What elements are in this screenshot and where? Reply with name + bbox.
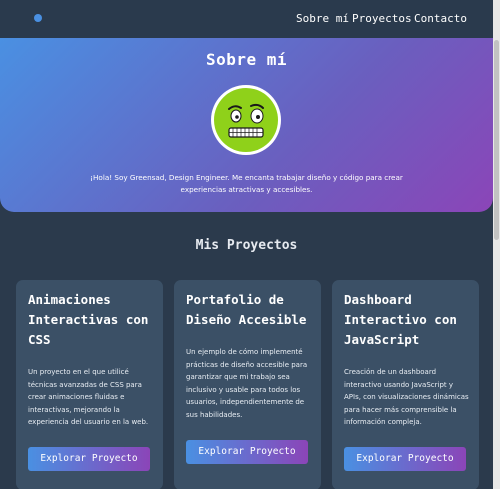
about-title: Sobre mí (205, 50, 288, 69)
nav-link-sobre-mi[interactable]: Sobre mí (296, 12, 349, 25)
nav-link-contacto[interactable]: Contacto (414, 12, 467, 25)
project-card-title: Dashboard Interactivo con JavaScript (344, 292, 457, 347)
about-hero: Sobre mí ¡Hola! Soy Greensad, Design Eng… (0, 38, 493, 212)
project-card-description: Un ejemplo de cómo implementé prácticas … (186, 348, 308, 419)
project-card-title: Animaciones Interactivas con CSS (28, 292, 149, 347)
project-card-description: Creación de un dashboard interactivo usa… (344, 368, 469, 426)
project-card-js-dashboard: Dashboard Interactivo con JavaScript Cre… (332, 280, 479, 489)
scrollbar-thumb[interactable] (494, 40, 499, 240)
explore-project-button[interactable]: Explorar Proyecto (28, 447, 150, 471)
nav-link-proyectos[interactable]: Proyectos (352, 12, 412, 25)
project-card-css-animations: Animaciones Interactivas con CSS Un proy… (16, 280, 163, 489)
project-card-description: Un proyecto en el que utilicé técnicas a… (28, 368, 149, 426)
logo-dot-icon[interactable] (34, 14, 42, 22)
top-nav: Sobre mí Proyectos Contacto (0, 0, 500, 38)
explore-project-button[interactable]: Explorar Proyecto (186, 440, 308, 464)
about-description: ¡Hola! Soy Greensad, Design Engineer. Me… (90, 173, 403, 194)
project-card-accessible-design: Portafolio de Diseño Accesible Un ejempl… (174, 280, 321, 489)
green-smiley-avatar-icon (211, 85, 281, 155)
page-scrollbar[interactable] (493, 0, 500, 489)
explore-project-button[interactable]: Explorar Proyecto (344, 447, 466, 471)
projects-title: Mis Proyectos (195, 238, 298, 253)
project-card-title: Portafolio de Diseño Accesible (186, 292, 307, 327)
